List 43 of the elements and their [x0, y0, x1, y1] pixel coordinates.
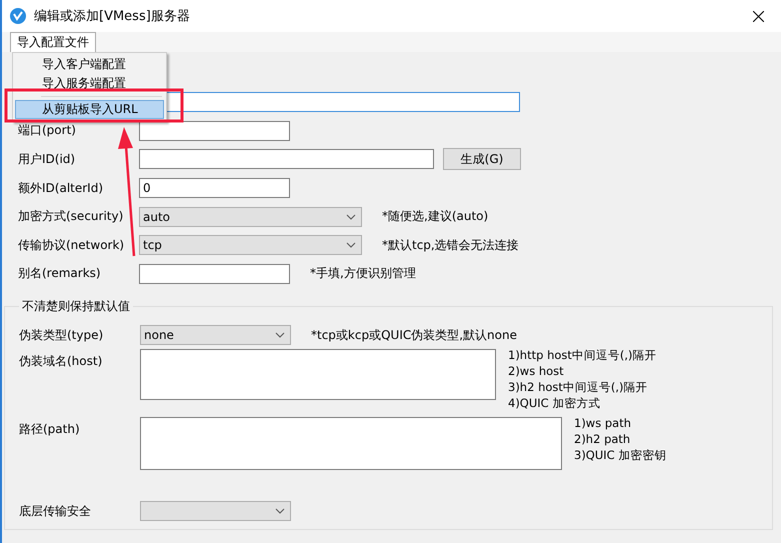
- text-field[interactable]: [139, 149, 434, 170]
- dropdown[interactable]: none: [140, 325, 291, 346]
- chevron-icon: [346, 214, 356, 220]
- app-logo-icon: [10, 8, 26, 24]
- chevron-icon: [346, 242, 356, 248]
- field-label: 别名(remarks): [18, 265, 102, 282]
- field-label: 传输协议(network): [18, 236, 126, 254]
- menu-option[interactable]: 导入客户端配置: [15, 55, 164, 74]
- field-label: 端口(port): [18, 122, 77, 140]
- chevron-icon: [275, 332, 285, 338]
- hint-text: 2)ws host: [508, 363, 565, 380]
- field-label: 底层传输安全: [19, 502, 92, 520]
- text-area[interactable]: [140, 417, 562, 470]
- field-label: 加密方式(security): [18, 208, 124, 226]
- field-label: 路径(path): [19, 421, 81, 438]
- field-label: 伪装类型(type): [19, 326, 104, 344]
- dropdown[interactable]: tcp: [139, 235, 362, 256]
- hint-text: 1)ws path: [574, 415, 632, 432]
- hint-text: *随便选,建议(auto): [382, 208, 488, 226]
- hint-text: *默认tcp,选错会无法连接: [382, 236, 519, 254]
- menu-option[interactable]: 从剪贴板导入URL: [15, 100, 164, 119]
- text-area[interactable]: [140, 349, 496, 400]
- group-title: 不清楚则保持默认值: [21, 298, 131, 316]
- dropdown[interactable]: auto: [139, 206, 362, 227]
- hint-text: 4)QUIC 加密方式: [508, 395, 602, 412]
- generate-button[interactable]: 生成(G): [443, 148, 521, 170]
- field-label: 伪装域名(host): [19, 353, 104, 370]
- text-field[interactable]: 0: [139, 178, 290, 198]
- menu-option[interactable]: 导入服务端配置: [15, 74, 164, 93]
- field-label: 用户ID(id): [18, 150, 76, 168]
- chevron-icon: [275, 508, 285, 514]
- menu-item[interactable]: 导入配置文件: [10, 32, 96, 52]
- hint-text: *手填,方便识别管理: [310, 265, 416, 282]
- hint-text: 3)QUIC 加密密钥: [574, 447, 666, 464]
- close-icon: [752, 10, 764, 22]
- text-field[interactable]: [139, 264, 290, 284]
- window-title: 编辑或添加[VMess]服务器: [34, 8, 191, 25]
- field-label: 额外ID(alterId): [18, 180, 104, 197]
- hint-text: 3)h2 host中间逗号(,)隔开: [508, 379, 649, 396]
- hint-text: *tcp或kcp或QUIC伪装类型,默认none: [311, 326, 517, 344]
- hint-text: 2)h2 path: [574, 431, 632, 448]
- hint-text: 1)http host中间逗号(,)隔开: [508, 347, 657, 364]
- text-field[interactable]: [139, 120, 290, 141]
